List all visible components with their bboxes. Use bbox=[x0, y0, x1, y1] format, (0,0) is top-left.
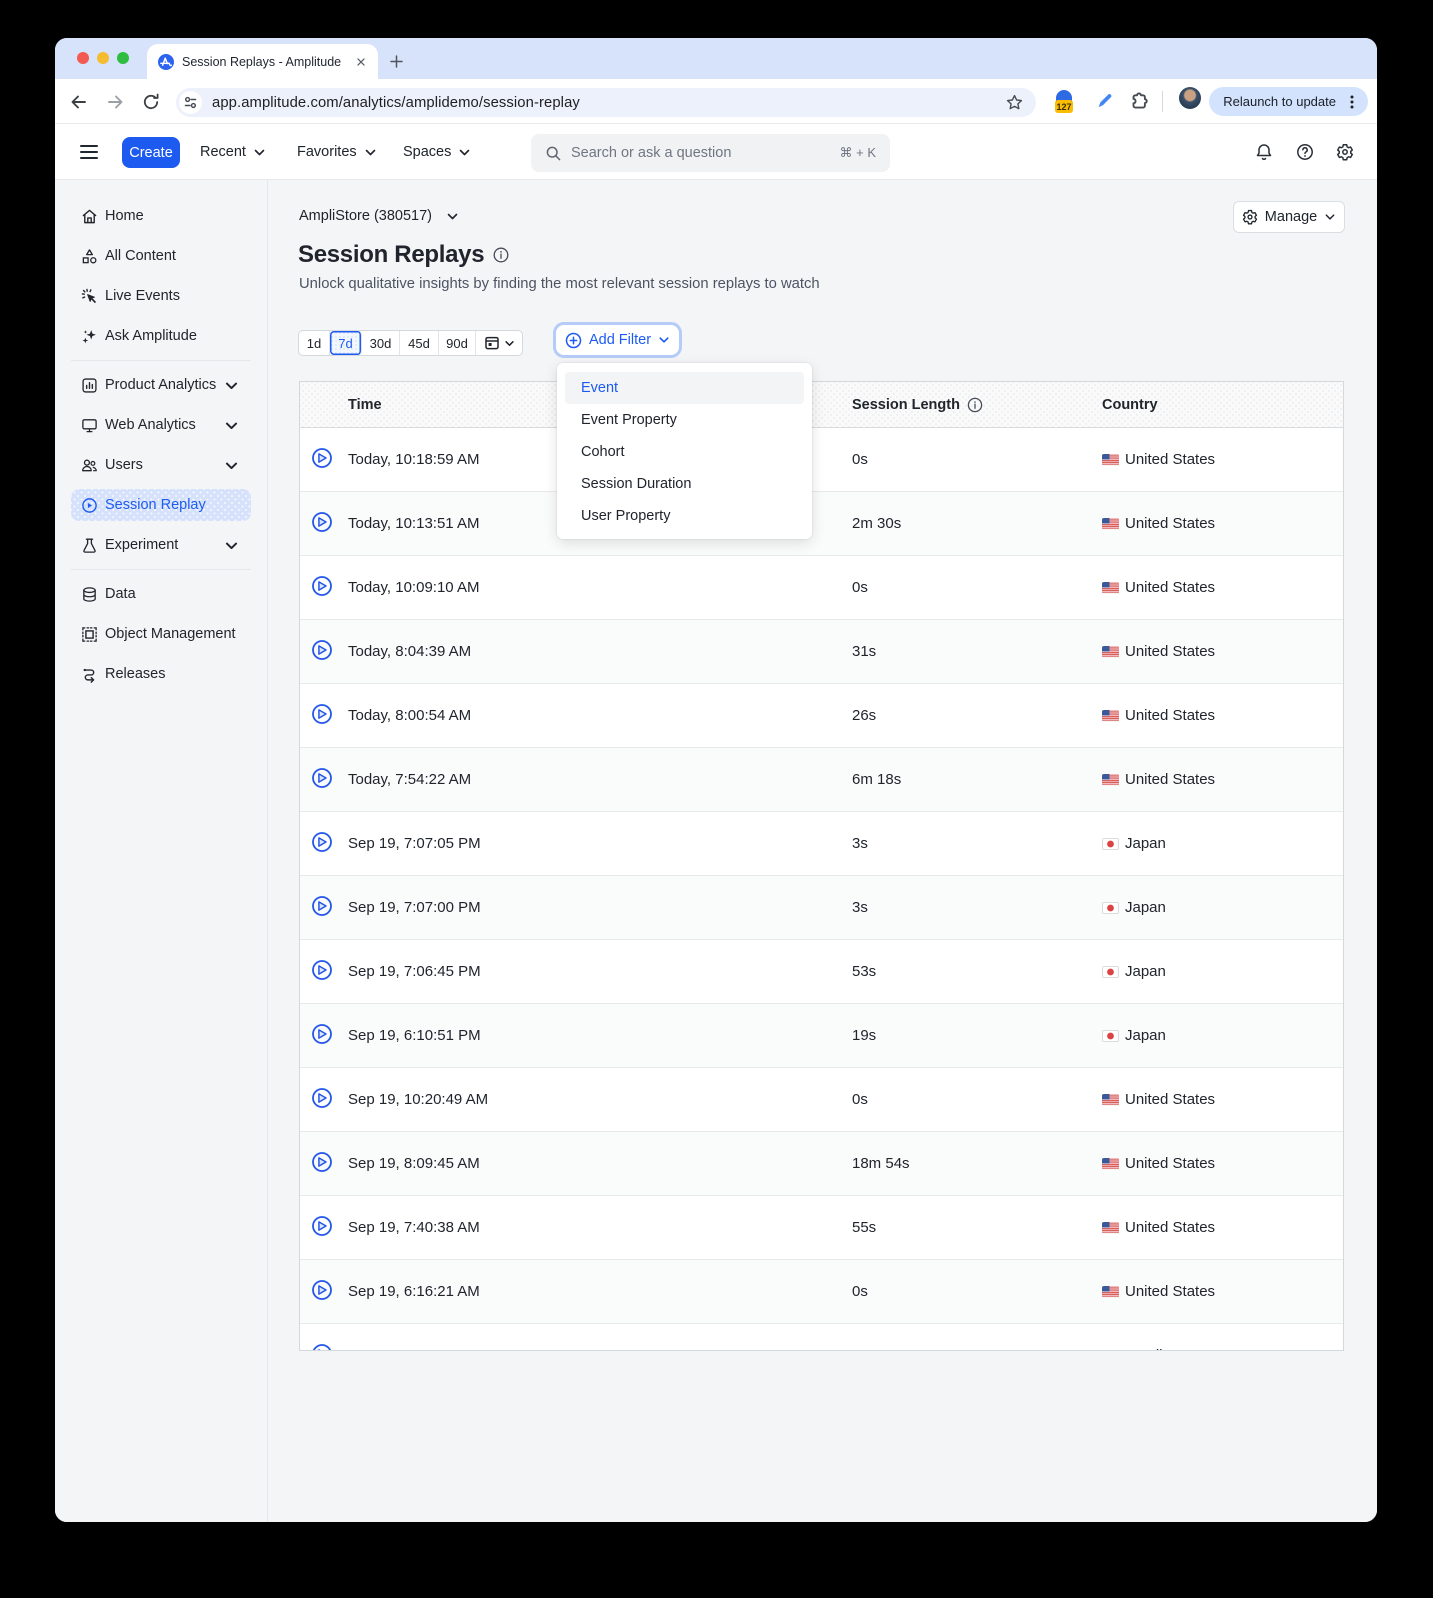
svg-text:127: 127 bbox=[1056, 102, 1071, 112]
